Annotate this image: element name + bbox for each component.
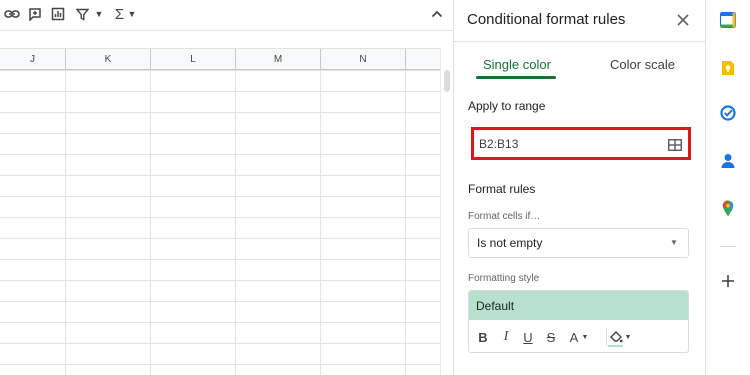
select-range-grid-icon[interactable] [668,138,682,151]
tab-single-color[interactable]: Single color [483,57,551,72]
tasks-icon[interactable] [720,105,736,121]
chevron-down-icon: ▼ [670,238,678,247]
text-color-caret-icon[interactable]: ▼ [581,329,589,345]
style-preview-text: Default [476,299,515,313]
tab-color-scale[interactable]: Color scale [610,57,675,72]
range-field[interactable]: B2:B13 [471,127,691,160]
panel-header: Conditional format rules [454,0,705,42]
fill-color-caret-icon[interactable]: ▼ [624,329,632,345]
bold-button[interactable]: B [477,329,489,345]
functions-icon[interactable]: Σ [113,6,126,23]
format-rules-label: Format rules [468,182,536,196]
scrollbar-thumb[interactable] [444,70,450,92]
column-header-k[interactable]: K [66,49,151,70]
formatting-style-box: Default B I U S A ▼ ▼ [468,290,689,353]
active-tab-indicator [476,76,556,79]
insert-chart-icon[interactable] [50,6,65,22]
column-header-row: J K L M N [0,48,440,70]
column-header-l[interactable]: L [151,49,236,70]
toolbar: ▼ Σ ▼ [0,0,453,30]
formula-bar[interactable] [0,30,453,48]
filter-icon[interactable] [75,6,89,22]
link-icon[interactable] [4,6,20,22]
vertical-scrollbar[interactable] [440,48,453,375]
close-icon[interactable] [674,11,692,29]
underline-button[interactable]: U [522,329,534,345]
text-color-button[interactable]: A [568,329,580,345]
toolbar-divider [606,328,607,346]
collapse-icon[interactable] [428,5,446,23]
cell-grid[interactable] [0,70,440,375]
calendar-icon[interactable] [720,12,736,28]
filter-dropdown-caret-icon[interactable]: ▼ [94,6,104,22]
keep-icon[interactable] [720,60,736,76]
fill-color-swatch [608,345,623,347]
maps-icon[interactable] [720,200,736,216]
spreadsheet-area: ▼ Σ ▼ J K L M N [0,0,453,375]
formatting-style-label: Formatting style [468,273,540,284]
panel-title: Conditional format rules [467,11,626,28]
column-header-n[interactable]: N [321,49,406,70]
format-cells-if-label: Format cells if… [468,211,541,222]
side-rail [705,0,750,375]
conditional-format-panel: Conditional format rules Single color Co… [453,0,705,375]
condition-select-value: Is not empty [477,236,543,250]
italic-button[interactable]: I [500,329,512,345]
apply-to-range-label: Apply to range [468,99,546,113]
fill-color-icon[interactable] [609,329,623,345]
range-input[interactable]: B2:B13 [479,137,518,151]
functions-dropdown-caret-icon[interactable]: ▼ [127,6,137,22]
strikethrough-button[interactable]: S [545,329,557,345]
column-header-m[interactable]: M [236,49,321,70]
add-icon[interactable] [720,273,736,289]
column-header-j[interactable]: J [0,49,66,70]
contacts-icon[interactable] [720,153,736,169]
style-preview[interactable]: Default [469,291,688,320]
condition-select[interactable]: Is not empty ▼ [468,228,689,258]
rail-divider [720,246,736,247]
add-comment-icon[interactable] [27,6,42,22]
